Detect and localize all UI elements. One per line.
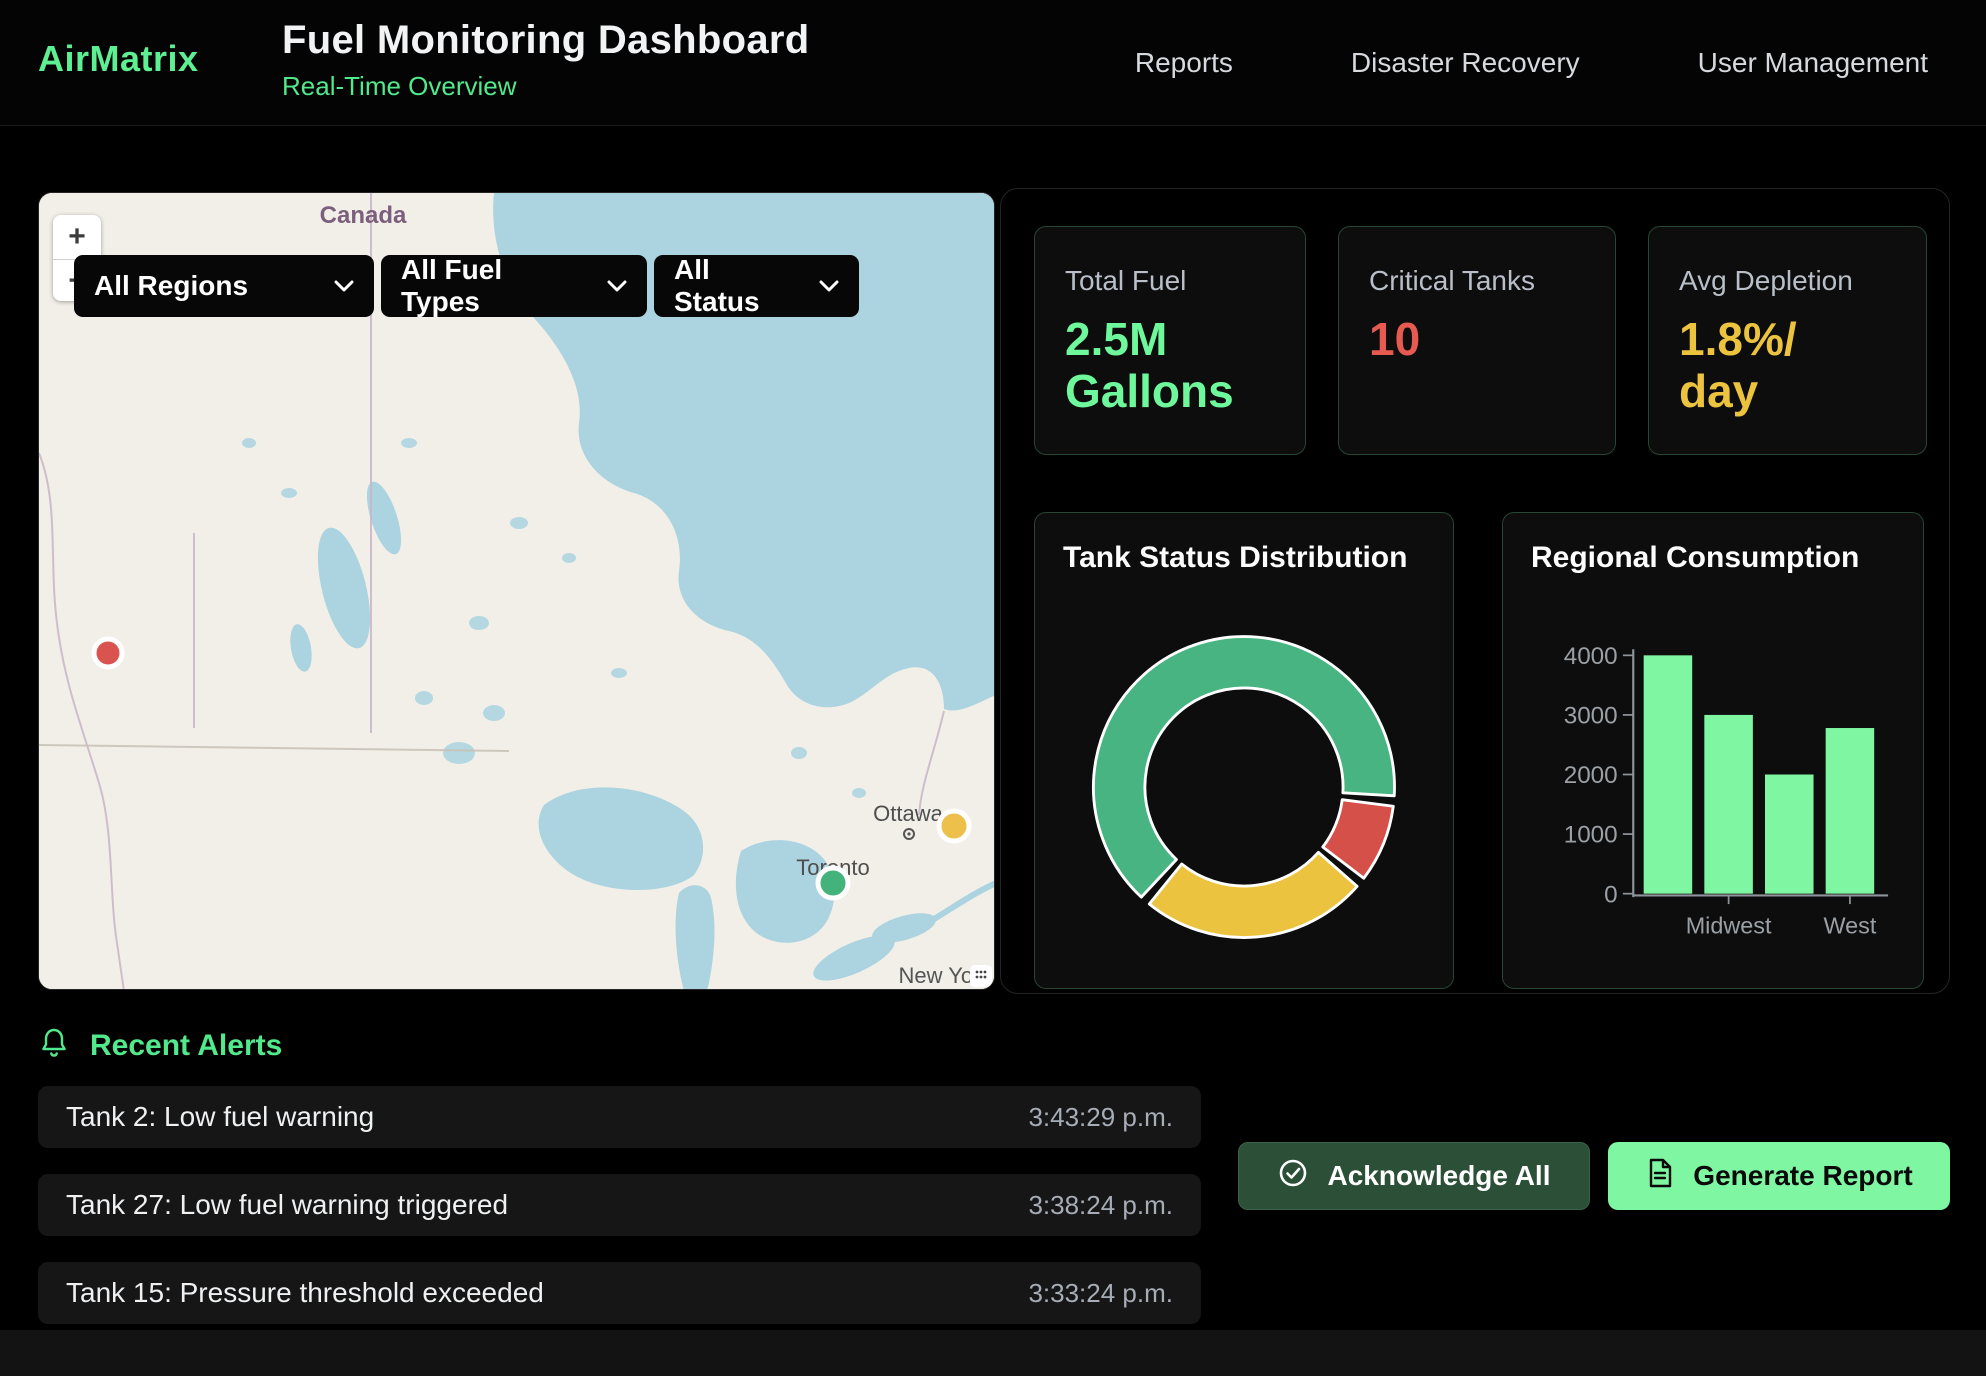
- donut-segment-warning: [1149, 852, 1357, 937]
- regional-consumption-chart-card: Regional Consumption 0 1000 2000 3000 4000 Mi…: [1502, 512, 1924, 989]
- status-filter-label: All Status: [674, 254, 797, 318]
- region-filter-label: All Regions: [94, 270, 312, 302]
- page-subtitle: Real-Time Overview: [282, 71, 809, 102]
- bell-icon: [38, 1026, 70, 1065]
- bar-1: [1704, 715, 1753, 894]
- fuel-type-filter-select[interactable]: All Fuel Types: [381, 255, 647, 317]
- tank-status-chart-card: Tank Status Distribution: [1034, 512, 1454, 989]
- main-nav: Reports Disaster Recovery User Managemen…: [1135, 0, 1928, 126]
- chevron-down-icon: [334, 280, 354, 293]
- generate-report-button[interactable]: Generate Report: [1608, 1142, 1950, 1210]
- y-tick-label: 1000: [1564, 822, 1618, 849]
- stat-label: Critical Tanks: [1369, 265, 1585, 297]
- title-block: Fuel Monitoring Dashboard Real-Time Over…: [282, 18, 809, 102]
- alert-row[interactable]: Tank 27: Low fuel warning triggered 3:38…: [38, 1174, 1201, 1236]
- stat-card-total-fuel: Total Fuel 2.5M Gallons: [1034, 226, 1306, 455]
- acknowledge-all-label: Acknowledge All: [1327, 1160, 1550, 1192]
- x-tick-label: West: [1824, 913, 1877, 939]
- document-icon: [1645, 1157, 1675, 1196]
- generate-report-label: Generate Report: [1693, 1160, 1912, 1192]
- bar-2: [1765, 775, 1814, 894]
- zoom-in-button[interactable]: +: [53, 215, 101, 259]
- map-marker-warning[interactable]: [939, 811, 969, 841]
- map-label-canada: Canada: [320, 202, 407, 229]
- tank-status-donut-chart: [1063, 597, 1425, 977]
- status-filter-select[interactable]: All Status: [654, 255, 859, 317]
- donut-chart-title: Tank Status Distribution: [1063, 541, 1425, 575]
- alert-timestamp: 3:43:29 p.m.: [1028, 1102, 1173, 1133]
- stat-label: Avg Depletion: [1679, 265, 1896, 297]
- footer-bar: [0, 1330, 1986, 1376]
- alert-timestamp: 3:38:24 p.m.: [1028, 1190, 1173, 1221]
- alert-text: Tank 27: Low fuel warning triggered: [66, 1189, 508, 1221]
- bar-3: [1826, 728, 1875, 894]
- check-circle-icon: [1277, 1157, 1309, 1196]
- y-tick-label: 2000: [1564, 762, 1618, 789]
- map-label-ottawa: Ottawa: [873, 801, 943, 826]
- nav-disaster-recovery[interactable]: Disaster Recovery: [1351, 47, 1580, 79]
- nav-user-management[interactable]: User Management: [1698, 47, 1928, 79]
- alerts-header: Recent Alerts: [38, 1026, 282, 1065]
- alert-timestamp: 3:33:24 p.m.: [1028, 1278, 1173, 1309]
- acknowledge-all-button[interactable]: Acknowledge All: [1238, 1142, 1590, 1210]
- chevron-down-icon: [819, 280, 839, 293]
- page-title: Fuel Monitoring Dashboard: [282, 18, 809, 63]
- app-logo: AirMatrix: [38, 38, 199, 80]
- map-marker-normal[interactable]: [818, 868, 848, 898]
- map-drag-handle-icon[interactable]: [970, 965, 992, 987]
- map-filters: All Regions All Fuel Types All Status: [74, 255, 859, 317]
- y-tick-label: 0: [1604, 881, 1618, 908]
- dashboard-root: AirMatrix Fuel Monitoring Dashboard Real…: [0, 0, 1986, 1376]
- stat-value: 2.5M Gallons: [1065, 313, 1275, 418]
- metrics-panel: Total Fuel 2.5M Gallons Critical Tanks 1…: [1000, 188, 1950, 994]
- y-tick-label: 4000: [1564, 643, 1618, 670]
- alert-row[interactable]: Tank 15: Pressure threshold exceeded 3:3…: [38, 1262, 1201, 1324]
- bar-chart-title: Regional Consumption: [1531, 541, 1895, 575]
- stat-label: Total Fuel: [1065, 265, 1275, 297]
- map-marker-critical[interactable]: [94, 639, 122, 667]
- alerts-title: Recent Alerts: [90, 1029, 282, 1063]
- fuel-type-filter-label: All Fuel Types: [401, 254, 585, 318]
- stat-card-avg-depletion: Avg Depletion 1.8%/ day: [1648, 226, 1927, 455]
- bar-0: [1644, 655, 1693, 893]
- chevron-down-icon: [607, 280, 627, 293]
- stat-value: 10: [1369, 313, 1585, 365]
- regional-consumption-bar-chart: 0 1000 2000 3000 4000 Midwest West: [1531, 581, 1895, 981]
- fuel-map[interactable]: Canada Ottawa Toronto New York + − All R…: [38, 192, 995, 990]
- nav-reports[interactable]: Reports: [1135, 47, 1233, 79]
- alert-text: Tank 2: Low fuel warning: [66, 1101, 374, 1133]
- region-filter-select[interactable]: All Regions: [74, 255, 374, 317]
- x-tick-label: Midwest: [1686, 913, 1772, 939]
- y-tick-label: 3000: [1564, 703, 1618, 730]
- alert-text: Tank 15: Pressure threshold exceeded: [66, 1277, 544, 1309]
- stat-value: 1.8%/ day: [1679, 313, 1896, 418]
- stat-card-critical-tanks: Critical Tanks 10: [1338, 226, 1616, 455]
- alert-row[interactable]: Tank 2: Low fuel warning 3:43:29 p.m.: [38, 1086, 1201, 1148]
- app-header: AirMatrix Fuel Monitoring Dashboard Real…: [0, 0, 1986, 126]
